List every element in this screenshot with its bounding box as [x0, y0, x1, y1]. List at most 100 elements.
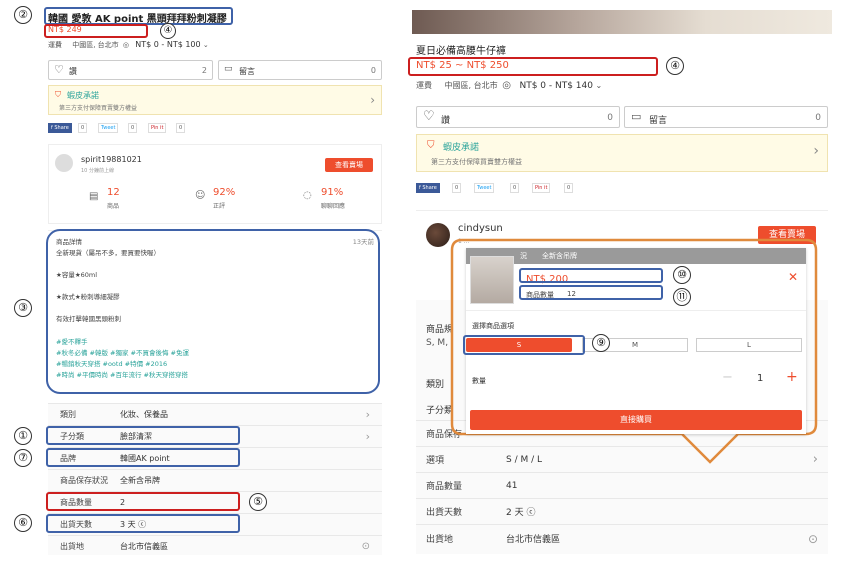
amount-value[interactable]: 1: [757, 373, 763, 384]
plus-button[interactable]: +: [786, 369, 798, 385]
heart-icon: ♡: [423, 109, 435, 124]
comment-count: 0: [815, 113, 821, 123]
shipping-label: 運費: [48, 41, 62, 49]
share-bar: f Share 0 Tweet 0 Pin it 0: [416, 183, 656, 195]
guarantee-subtitle: 第三方支付保障買賣雙方權益: [59, 105, 138, 112]
like-button[interactable]: ♡ 讚 0: [416, 106, 620, 128]
facebook-share-button[interactable]: f Share: [48, 123, 72, 133]
marker-11: ⑪: [673, 288, 691, 306]
buy-now-button[interactable]: 直接購買: [470, 410, 802, 430]
product-image-strip: [412, 10, 832, 34]
location-pin-icon: ◎: [502, 80, 511, 91]
pin-button[interactable]: Pin it: [532, 183, 551, 193]
spec-value: 台北市信義區: [506, 535, 561, 545]
spec-value: S, M,: [426, 338, 449, 348]
spec-value: 2 天 ⓒ: [506, 508, 536, 518]
chevron-down-icon[interactable]: ⌄: [203, 41, 209, 49]
seller-status: 10 分鐘前上線: [81, 168, 114, 174]
box-icon: ▤: [89, 191, 99, 202]
tweet-count: 0: [510, 183, 520, 193]
chevron-right-icon: ›: [813, 143, 819, 159]
pin-button[interactable]: Pin it: [148, 123, 167, 133]
view-shop-button[interactable]: 查看賣場: [325, 158, 373, 172]
avatar[interactable]: [55, 154, 73, 172]
marker-4: ④: [160, 23, 176, 39]
spec-key: 出貨天數: [426, 508, 463, 518]
shipping-row: 運費 中國區, 台北市 ◎ NT$ 0 - NT$ 140 ⌄: [416, 80, 602, 91]
guarantee-banner[interactable]: ⛉ 蝦皮承諾 第三方支付保障買賣雙方權益 ›: [48, 85, 382, 115]
shield-icon: ⛉: [55, 90, 61, 99]
annotation-box-ship-days: [46, 514, 240, 533]
comment-count: 0: [370, 66, 376, 75]
seller-name[interactable]: cindysun: [458, 223, 503, 234]
ship-location: 中國區, 台北市: [444, 81, 498, 90]
annotation-box-popup-stock: [519, 285, 663, 300]
stat-rating-value: 92%: [213, 187, 236, 198]
facebook-share-count: 0: [452, 183, 462, 193]
annotation-box-option-s: [463, 335, 585, 355]
close-icon[interactable]: ✕: [788, 270, 798, 284]
chevron-right-icon: ›: [365, 430, 370, 443]
spec-value: 化妝、保養品: [120, 410, 168, 419]
spec-row-ship-days: 出貨天數 2 天 ⓒ: [416, 498, 828, 524]
annotation-box-popup-price: [519, 268, 663, 283]
shipping-label: 運費: [416, 81, 432, 90]
ship-fee: NT$ 0 - NT$ 140: [519, 81, 593, 91]
guarantee-banner[interactable]: ⛉ 蝦皮承諾 第三方支付保障買賣雙方權益 ›: [416, 134, 828, 172]
guarantee-subtitle: 第三方支付保障買賣雙方權益: [431, 158, 522, 166]
comment-icon: ▭: [224, 64, 233, 74]
spec-row-quantity: 商品數量 41: [416, 472, 828, 498]
comment-icon: ▭: [631, 110, 642, 123]
stat-rating-label: 正評: [213, 203, 226, 210]
marker-2: ②: [14, 6, 32, 24]
spec-value: 全新含吊牌: [120, 476, 160, 485]
marker-4: ④: [666, 57, 684, 75]
comment-button[interactable]: ▭ 留言 0: [218, 60, 382, 80]
chevron-right-icon: ›: [370, 93, 375, 107]
spec-value: 41: [506, 480, 518, 491]
chevron-down-icon[interactable]: ⌄: [596, 81, 603, 90]
pin-count: 0: [564, 183, 574, 193]
marker-6: ⑥: [14, 514, 32, 532]
marker-1: ①: [14, 427, 32, 445]
tweet-count: 0: [128, 123, 138, 133]
shipping-row: 運費 中國區, 台北市 ◎ NT$ 0 - NT$ 100 ⌄: [48, 40, 209, 50]
ship-location: 中國區, 台北市: [72, 41, 119, 49]
marker-10: ⑩: [673, 266, 691, 284]
spec-row-category[interactable]: 類別 化妝、保養品 ›: [48, 403, 382, 425]
popup-header: 況 全新含吊牌: [466, 248, 806, 264]
guarantee-title: 蝦皮承諾: [67, 91, 99, 100]
heart-icon: ♡: [54, 63, 64, 76]
like-label: 讚: [441, 116, 451, 126]
stat-products-value: 12: [107, 187, 120, 198]
popup-header-condition: 全新含吊牌: [542, 252, 577, 260]
smile-icon: ☺: [195, 190, 206, 201]
facebook-share-button[interactable]: f Share: [416, 183, 440, 193]
comment-button[interactable]: ▭ 留言 0: [624, 106, 828, 128]
stat-chat-label: 聊聊回應: [321, 203, 346, 210]
facebook-share-count: 0: [78, 123, 88, 133]
like-button[interactable]: ♡ 讚 2: [48, 60, 213, 80]
comment-label: 留言: [239, 67, 255, 76]
seller-name[interactable]: spirit19881021: [81, 155, 142, 164]
popup-divider: [466, 310, 806, 311]
annotation-box-brand: [46, 448, 240, 467]
share-bar: f Share 0 Tweet 0 Pin it 0: [48, 123, 248, 135]
spec-key: 出貨地: [426, 535, 454, 545]
tweet-button[interactable]: Tweet: [98, 123, 119, 133]
chevron-right-icon: ›: [365, 408, 370, 421]
annotation-box-subcategory: [46, 426, 240, 445]
spec-key: 類別: [60, 410, 76, 419]
tweet-button[interactable]: Tweet: [474, 183, 495, 193]
spec-value: 台北市信義區: [120, 542, 168, 551]
spec-row-ship-from: 出貨地 台北市信義區 ⊙: [48, 535, 382, 557]
spec-key: 商品保存狀況: [60, 476, 108, 485]
option-button-l[interactable]: L: [696, 338, 802, 352]
comment-label: 留言: [649, 116, 668, 126]
annotation-box-title: [44, 7, 233, 25]
spec-row-ship-from: 出貨地 台北市信義區 ⊙: [416, 524, 828, 552]
popup-product-thumbnail: [470, 256, 514, 304]
avatar[interactable]: [426, 223, 450, 247]
stat-products-label: 商品: [107, 203, 120, 210]
minus-button[interactable]: −: [722, 370, 733, 385]
